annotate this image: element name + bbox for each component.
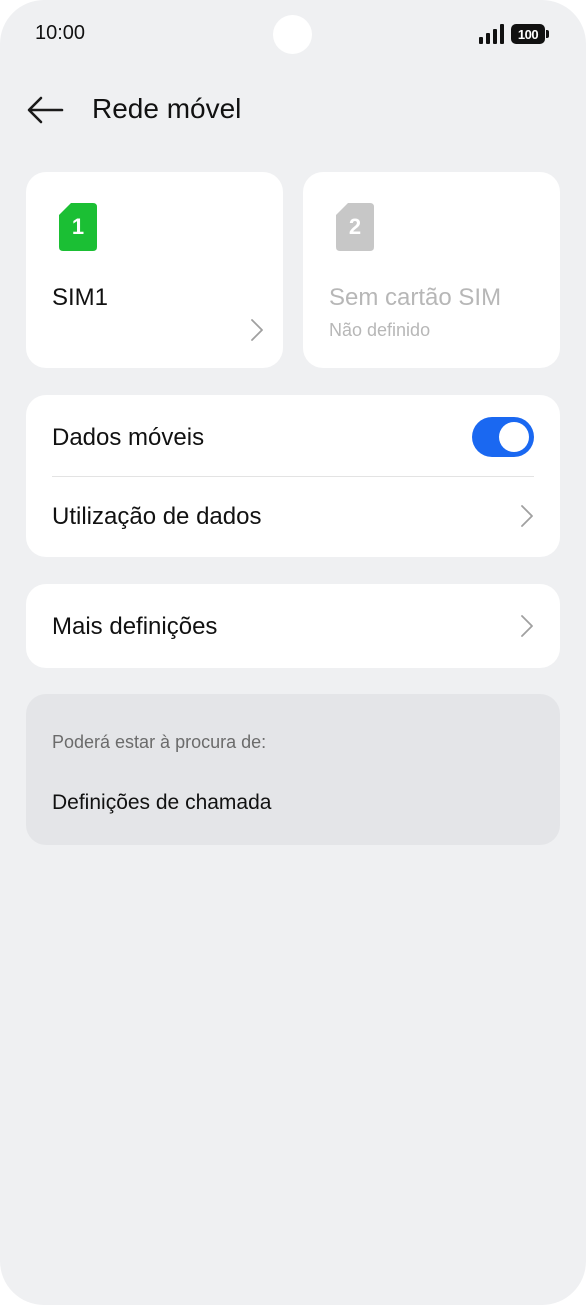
- suggestion-call-settings[interactable]: Definições de chamada: [52, 791, 271, 815]
- chevron-right-icon: [520, 504, 534, 528]
- chevron-right-icon: [520, 614, 534, 638]
- sim1-icon: 1: [59, 203, 97, 251]
- suggestions-panel: Poderá estar à procura de: Definições de…: [26, 694, 560, 845]
- battery-icon: 100: [511, 24, 549, 44]
- page-title: Rede móvel: [92, 93, 242, 124]
- mobile-data-label: Dados móveis: [52, 424, 205, 451]
- suggestions-title: Poderá estar à procura de:: [52, 732, 267, 752]
- back-button[interactable]: [24, 90, 68, 130]
- more-settings-label: Mais definições: [52, 613, 218, 640]
- toggle-knob: [499, 422, 529, 452]
- data-usage-label: Utilização de dados: [52, 503, 262, 530]
- status-bar: 10:00 100: [0, 0, 586, 70]
- mobile-data-row[interactable]: Dados móveis: [26, 395, 560, 477]
- sim1-card[interactable]: 1 SIM1: [26, 172, 283, 368]
- mobile-data-card: Dados móveis Utilização de dados: [26, 395, 560, 557]
- chevron-right-icon: [250, 318, 264, 342]
- arrow-left-icon: [27, 96, 64, 124]
- sim2-icon: 2: [336, 203, 374, 251]
- front-camera: [273, 15, 312, 54]
- more-settings-card[interactable]: Mais definições: [26, 584, 560, 668]
- phone-screen: 10:00 100 Rede móvel 1 SIM1 2 Sem cartão…: [0, 0, 586, 1305]
- sim2-name: Sem cartão SIM: [329, 284, 502, 311]
- sim1-name: SIM1: [52, 284, 109, 311]
- sim2-status: Não definido: [329, 320, 431, 340]
- mobile-data-toggle[interactable]: [472, 417, 534, 457]
- data-usage-row[interactable]: Utilização de dados: [26, 477, 560, 557]
- status-time: 10:00: [35, 22, 86, 44]
- signal-bars-icon: [479, 24, 505, 44]
- sim2-card[interactable]: 2 Sem cartão SIM Não definido: [303, 172, 560, 368]
- sim1-badge: 1: [71, 214, 85, 239]
- sim2-badge: 2: [348, 214, 362, 239]
